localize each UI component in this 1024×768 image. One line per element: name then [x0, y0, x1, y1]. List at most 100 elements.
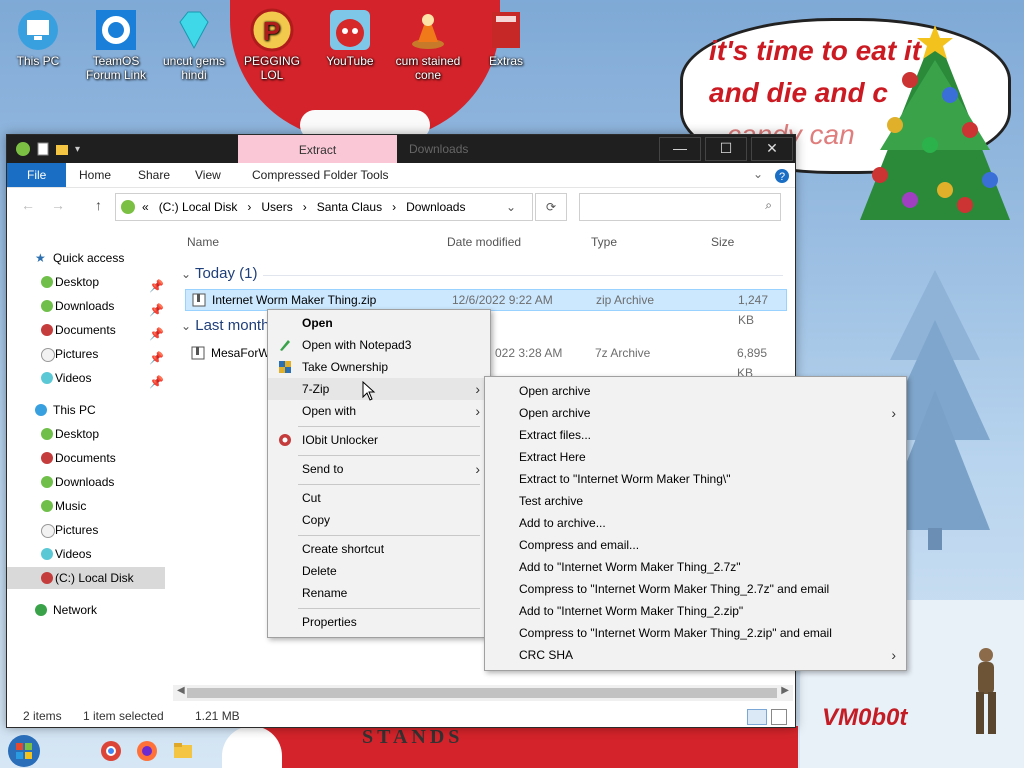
firefox-icon[interactable]: [136, 740, 158, 762]
details-view-icon[interactable]: [747, 709, 767, 725]
column-header-name[interactable]: Name: [187, 235, 219, 249]
tab-share[interactable]: Share: [126, 163, 182, 187]
menu-item-add-to-zip[interactable]: Add to "Internet Worm Maker Thing_2.zip": [485, 600, 906, 622]
desktop-icon-teamos-forum-link[interactable]: TeamOS Forum Link: [80, 8, 152, 82]
menu-item-label: Open archive: [519, 384, 591, 398]
menu-item-open[interactable]: Open: [268, 312, 490, 334]
menu-item-extract-to-folder[interactable]: Extract to "Internet Worm Maker Thing\": [485, 468, 906, 490]
refresh-button[interactable]: ⟳: [535, 193, 567, 221]
large-icons-view-icon[interactable]: [771, 709, 787, 725]
forward-arrow-icon[interactable]: →: [51, 197, 65, 213]
nav-pc-pictures[interactable]: Pictures: [7, 519, 165, 541]
menu-item-7zip[interactable]: 7-Zip ›: [268, 378, 490, 400]
breadcrumb-users[interactable]: Users: [261, 200, 292, 214]
file-row-selected[interactable]: Internet Worm Maker Thing.zip 12/6/2022 …: [185, 289, 787, 327]
svg-text:P: P: [263, 16, 280, 46]
nav-network[interactable]: Network: [7, 599, 165, 621]
nav-quick-videos[interactable]: Videos 📌: [7, 367, 165, 389]
properties-icon[interactable]: [37, 142, 49, 156]
nav-quick-pictures[interactable]: Pictures 📌: [7, 343, 165, 365]
group-header-today[interactable]: ⌄ Today (1): [181, 265, 258, 282]
menu-item-extract-here[interactable]: Extract Here: [485, 446, 906, 468]
nav-pc-local-disk[interactable]: (C:) Local Disk: [7, 567, 165, 589]
desktop-icon-cum-stained-cone[interactable]: cum stained cone: [392, 8, 464, 82]
desktop-icon-this-pc[interactable]: This PC: [2, 8, 74, 68]
scrollbar-thumb[interactable]: [187, 688, 777, 698]
menu-item-label: Compress to "Internet Worm Maker Thing_2…: [519, 582, 830, 596]
menu-item-rename[interactable]: Rename: [268, 582, 490, 604]
desktop-icon: [41, 428, 53, 440]
tab-extract-context[interactable]: Extract: [238, 135, 397, 163]
menu-item-open-archive-submenu[interactable]: Open archive ›: [485, 402, 906, 424]
new-folder-icon[interactable]: [55, 142, 69, 156]
breadcrumb-downloads[interactable]: Downloads: [406, 200, 465, 214]
menu-item-compress-zip-email[interactable]: Compress to "Internet Worm Maker Thing_2…: [485, 622, 906, 644]
tab-file[interactable]: File: [7, 163, 67, 187]
title-bar[interactable]: ▾ Extract Downloads — ☐ ✕: [7, 135, 795, 163]
start-button-icon[interactable]: [6, 734, 42, 768]
menu-item-crc-sha[interactable]: CRC SHA ›: [485, 644, 906, 666]
breadcrumb-local-disk[interactable]: (C:) Local Disk: [159, 200, 238, 214]
nav-quick-desktop[interactable]: Desktop 📌: [7, 271, 165, 293]
nav-pc-documents[interactable]: Documents: [7, 447, 165, 469]
column-header-date[interactable]: Date modified: [447, 235, 521, 249]
ribbon-expand-chevron-icon[interactable]: ⌄: [753, 167, 763, 181]
minimize-button[interactable]: —: [659, 137, 701, 161]
tab-home[interactable]: Home: [67, 163, 123, 187]
maximize-button[interactable]: ☐: [705, 137, 747, 161]
address-dropdown-icon[interactable]: ⌄: [506, 200, 516, 214]
up-arrow-icon[interactable]: ↑: [95, 197, 102, 213]
menu-item-open-archive[interactable]: Open archive: [485, 380, 906, 402]
menu-item-take-ownership[interactable]: Take Ownership: [268, 356, 490, 378]
submenu-arrow-icon: ›: [475, 381, 480, 397]
menu-item-compress-and-email[interactable]: Compress and email...: [485, 534, 906, 556]
menu-item-create-shortcut[interactable]: Create shortcut: [268, 538, 490, 560]
nav-quick-documents[interactable]: Documents 📌: [7, 319, 165, 341]
menu-item-copy[interactable]: Copy: [268, 509, 490, 531]
menu-item-iobit-unlocker[interactable]: IObit Unlocker: [268, 429, 490, 451]
desktop-icon-youtube[interactable]: YouTube: [314, 8, 386, 68]
address-bar[interactable]: « (C:) Local Disk › Users › Santa Claus …: [115, 193, 533, 221]
group-header-last-month[interactable]: ⌄ Last month: [181, 317, 269, 334]
breadcrumb-overflow[interactable]: «: [142, 200, 149, 214]
breadcrumb-santa-claus[interactable]: Santa Claus: [317, 200, 382, 214]
menu-item-delete[interactable]: Delete: [268, 560, 490, 582]
desktop-icon-extras[interactable]: Extras: [470, 8, 542, 68]
nav-pc-videos[interactable]: Videos: [7, 543, 165, 565]
menu-item-open-with-notepad3[interactable]: Open with Notepad3: [268, 334, 490, 356]
column-header-size[interactable]: Size: [711, 235, 734, 249]
back-arrow-icon[interactable]: ←: [21, 197, 35, 213]
desktop-icon-uncut-gems-hindi[interactable]: uncut gems hindi: [158, 8, 230, 82]
tab-compressed-folder-tools[interactable]: Compressed Folder Tools: [240, 163, 401, 187]
close-button[interactable]: ✕: [751, 137, 793, 161]
menu-item-properties[interactable]: Properties: [268, 611, 490, 633]
column-header-type[interactable]: Type: [591, 235, 617, 249]
nav-pc-music[interactable]: Music: [7, 495, 165, 517]
chevron-down-icon[interactable]: ▾: [75, 144, 80, 155]
search-input[interactable]: ⌕: [579, 193, 781, 221]
menu-item-cut[interactable]: Cut: [268, 487, 490, 509]
menu-item-test-archive[interactable]: Test archive: [485, 490, 906, 512]
scroll-left-arrow-icon[interactable]: ◀: [177, 685, 185, 696]
help-icon[interactable]: ?: [774, 168, 790, 184]
scroll-right-arrow-icon[interactable]: ▶: [781, 685, 789, 696]
horizontal-scrollbar[interactable]: ◀ ▶: [173, 685, 793, 701]
videos-icon: [41, 548, 53, 560]
nav-quick-downloads[interactable]: Downloads 📌: [7, 295, 165, 317]
menu-item-compress-7z-email[interactable]: Compress to "Internet Worm Maker Thing_2…: [485, 578, 906, 600]
menu-item-add-to-7z[interactable]: Add to "Internet Worm Maker Thing_2.7z": [485, 556, 906, 578]
nav-quick-access[interactable]: ★ Quick access: [7, 247, 165, 269]
menu-item-add-to-archive[interactable]: Add to archive...: [485, 512, 906, 534]
tab-view[interactable]: View: [183, 163, 233, 187]
taskbar: [0, 732, 240, 768]
menu-item-extract-files[interactable]: Extract files...: [485, 424, 906, 446]
desktop-icon-pegging-lol[interactable]: P PEGGING LOL: [236, 8, 308, 82]
drive-icon[interactable]: [15, 141, 31, 157]
nav-this-pc[interactable]: This PC: [7, 399, 165, 421]
menu-item-open-with[interactable]: Open with ›: [268, 400, 490, 422]
nav-pc-downloads[interactable]: Downloads: [7, 471, 165, 493]
file-explorer-taskbar-icon[interactable]: [172, 740, 194, 762]
chrome-icon[interactable]: [100, 740, 122, 762]
nav-pc-desktop[interactable]: Desktop: [7, 423, 165, 445]
menu-item-send-to[interactable]: Send to ›: [268, 458, 490, 480]
